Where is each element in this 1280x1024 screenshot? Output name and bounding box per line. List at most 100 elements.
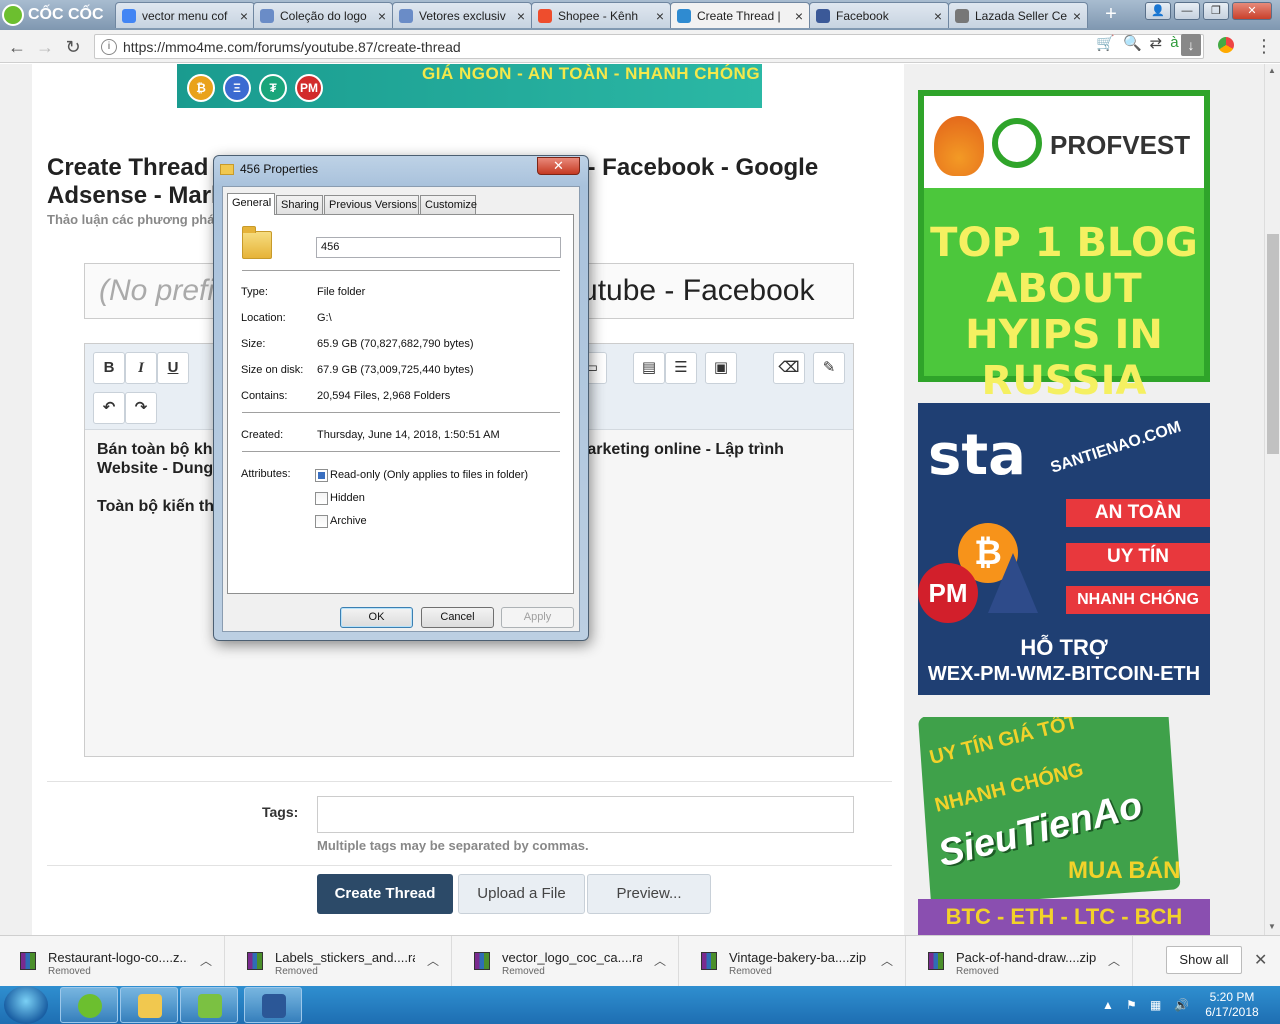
window-close-button[interactable]: ✕ (1232, 2, 1272, 20)
taskbar-explorer[interactable] (120, 987, 178, 1023)
italic-button[interactable]: I (125, 352, 157, 384)
chevron-up-icon[interactable]: ︿ (1108, 952, 1120, 969)
browser-tab[interactable]: Coleção do logo × (253, 2, 393, 28)
cart-icon[interactable]: 🛒 (1096, 34, 1115, 52)
attributes-label: Attributes: (241, 468, 291, 480)
tab-close-icon[interactable]: × (795, 8, 803, 24)
reload-icon[interactable]: ↻ (62, 36, 84, 58)
taskbar-app[interactable] (180, 987, 238, 1023)
santienao-domain: SANTIENAO.COM (1048, 418, 1184, 477)
zoom-icon[interactable]: 🔍 (1123, 34, 1142, 52)
new-tab-button[interactable]: + (1100, 4, 1122, 26)
close-shelf-icon[interactable]: ✕ (1254, 950, 1267, 970)
hidden-checkbox[interactable] (315, 492, 328, 505)
folder-name-input[interactable]: 456 (316, 237, 561, 258)
back-arrow-icon[interactable]: ← (6, 36, 28, 58)
coin-icon: PM (295, 74, 323, 102)
tab-previous-versions[interactable]: Previous Versions (324, 195, 419, 214)
tags-input[interactable] (317, 796, 854, 833)
archive-file-icon (20, 952, 36, 970)
site-info-icon[interactable]: i (101, 38, 117, 55)
tab-close-icon[interactable]: × (378, 8, 386, 24)
download-item[interactable]: Labels_stickers_and....rar Removed ︿ (227, 936, 452, 986)
tab-close-icon[interactable]: × (656, 8, 664, 24)
browser-tab-strip: CỐC CỐC vector menu cof × Coleção do logo ×… (0, 0, 1280, 30)
tab-close-icon[interactable]: × (1073, 8, 1081, 24)
ethereum-icon (988, 553, 1038, 613)
save-draft-icon[interactable]: ▣ (705, 352, 737, 384)
minimize-button[interactable]: — (1174, 2, 1200, 20)
translate-icon[interactable]: ⇄ (1150, 34, 1163, 52)
scroll-up-icon[interactable]: ▲ (1268, 66, 1276, 75)
upload-file-button[interactable]: Upload a File (458, 874, 585, 914)
download-item[interactable]: Pack-of-hand-draw....zip Removed ︿ (908, 936, 1133, 986)
created-label: Created: (241, 429, 284, 441)
facebook-icon (816, 8, 830, 23)
volume-icon[interactable]: 🔊 (1174, 998, 1189, 1012)
archive-checkbox[interactable] (315, 515, 328, 528)
cancel-button[interactable]: Cancel (421, 607, 494, 628)
bold-button[interactable]: B (93, 352, 125, 384)
sieutienao-ad[interactable]: UY TÍN GIÁ TỐT NHANH CHÓNG SieuTienAo MU… (918, 717, 1210, 935)
maximize-button[interactable]: ❐ (1203, 2, 1229, 20)
tab-close-icon[interactable]: × (934, 8, 942, 24)
show-all-button[interactable]: Show all (1166, 946, 1242, 974)
taskbar-coccoc[interactable] (60, 987, 118, 1023)
sieutienao-coins: BTC - ETH - LTC - BCH (918, 899, 1210, 935)
chevron-up-icon[interactable]: ︿ (427, 952, 439, 969)
contains-label: Contains: (241, 390, 288, 402)
extension-icon[interactable] (1218, 37, 1234, 53)
create-thread-button[interactable]: Create Thread (317, 874, 453, 914)
preview-button[interactable]: Preview... (587, 874, 711, 914)
top-banner-ad[interactable]: ₿ Ξ ₮ PM GIÁ NGON - AN TOÀN - NHANH CHÓNG (177, 64, 762, 108)
scroll-down-icon[interactable]: ▼ (1268, 922, 1276, 931)
dialog-close-button[interactable]: ✕ (537, 157, 580, 175)
undo-icon[interactable]: ↶ (93, 392, 125, 424)
tab-sharing[interactable]: Sharing (276, 195, 323, 214)
code-icon[interactable]: ☰ (665, 352, 697, 384)
browser-tab[interactable]: Create Thread | × (670, 2, 810, 28)
toggle-source-icon[interactable]: ✎ (813, 352, 845, 384)
apply-button[interactable]: Apply (501, 607, 574, 628)
download-arrow-icon[interactable]: ↓ (1181, 34, 1201, 56)
readonly-checkbox[interactable] (315, 469, 328, 482)
chevron-up-icon[interactable]: ︿ (881, 952, 893, 969)
scrollbar-thumb[interactable] (1267, 234, 1279, 454)
action-center-icon[interactable]: ⚑ (1126, 998, 1137, 1012)
browser-tab[interactable]: Facebook × (809, 2, 949, 28)
underline-button[interactable]: U (157, 352, 189, 384)
browser-tab[interactable]: vector menu cof × (115, 2, 255, 28)
profvest-ad[interactable]: PROFVEST TOP 1 BLOG ABOUT HYIPS IN RUSSI… (918, 90, 1210, 404)
taskbar-word[interactable] (244, 987, 302, 1023)
profile-button[interactable]: 👤 (1145, 2, 1171, 20)
media-icon[interactable]: ▤ (633, 352, 665, 384)
page-scrollbar[interactable]: ▲ ▼ (1264, 64, 1280, 935)
network-icon[interactable]: ▦ (1150, 998, 1161, 1012)
tab-customize[interactable]: Customize (420, 195, 477, 214)
chevron-up-icon[interactable]: ︿ (654, 952, 666, 969)
download-item[interactable]: Vintage-bakery-ba....zip Removed ︿ (681, 936, 906, 986)
browser-tab[interactable]: Vetores exclusiv × (392, 2, 532, 28)
download-item[interactable]: Restaurant-logo-co....z... Removed ︿ (0, 936, 225, 986)
redo-icon[interactable]: ↷ (125, 392, 157, 424)
address-bar[interactable]: i https://mmo4me.com/forums/youtube.87/c… (94, 34, 1204, 59)
tray-expand-icon[interactable]: ▲ (1102, 998, 1114, 1012)
tab-close-icon[interactable]: × (517, 8, 525, 24)
tab-close-icon[interactable]: × (240, 8, 248, 24)
coccoc-brand[interactable]: CỐC CỐC (2, 2, 112, 28)
chevron-up-icon[interactable]: ︿ (200, 952, 212, 969)
tab-general[interactable]: General (227, 193, 275, 215)
dialog-titlebar[interactable]: 456 Properties (220, 162, 318, 176)
browser-tab[interactable]: Lazada Seller Ce × (948, 2, 1088, 28)
clock[interactable]: 5:20 PM 6/17/2018 (1202, 990, 1262, 1020)
ok-button[interactable]: OK (340, 607, 413, 628)
menu-dots-icon[interactable]: ⋮ (1255, 36, 1273, 57)
santienao-ad[interactable]: sta SANTIENAO.COM AN TOÀN UY TÍN NHANH C… (918, 403, 1210, 695)
eraser-icon[interactable]: ⌫ (773, 352, 805, 384)
santienao-support: HỖ TRỢ (1020, 635, 1108, 660)
browser-tab[interactable]: Shopee - Kênh × (531, 2, 671, 28)
download-item[interactable]: vector_logo_coc_ca....rar Removed ︿ (454, 936, 679, 986)
forward-arrow-icon[interactable]: → (34, 36, 56, 58)
start-button[interactable] (4, 986, 48, 1024)
spell-icon[interactable]: à (1170, 34, 1178, 52)
